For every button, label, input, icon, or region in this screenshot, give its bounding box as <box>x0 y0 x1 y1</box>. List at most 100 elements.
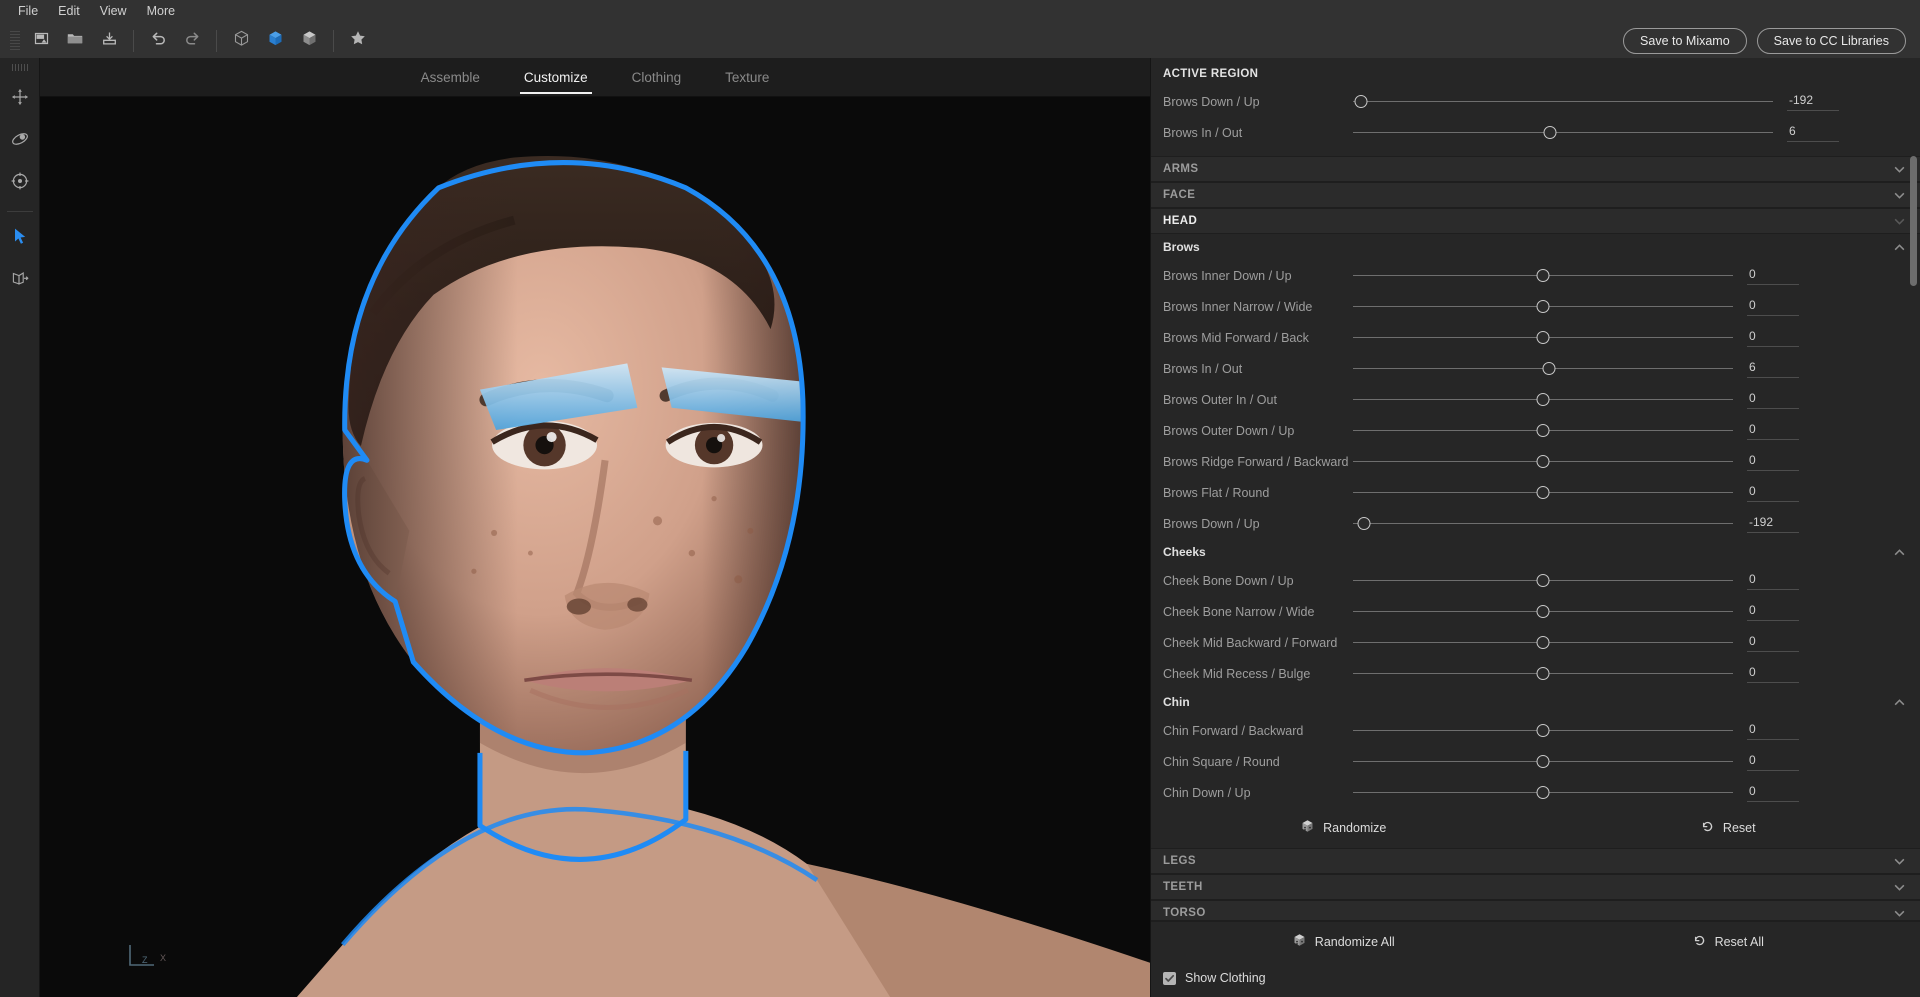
panel-scrollbar-thumb[interactable] <box>1910 156 1917 286</box>
randomize-head-button[interactable]: Randomize <box>1151 808 1536 848</box>
slider-knob[interactable] <box>1542 362 1555 375</box>
subgroup-header-cheeks[interactable]: Cheeks <box>1151 539 1920 565</box>
tab-customize[interactable]: Customize <box>502 61 610 94</box>
group-header-torso[interactable]: TORSO <box>1151 900 1920 920</box>
reset-all-button[interactable]: Reset All <box>1536 922 1920 961</box>
slider-value[interactable]: 0 <box>1747 483 1799 502</box>
slider-value[interactable]: 0 <box>1747 421 1799 440</box>
slider-track-container[interactable] <box>1353 421 1733 441</box>
slider-track-container[interactable] <box>1353 92 1773 112</box>
group-header-legs[interactable]: LEGS <box>1151 848 1920 874</box>
slider-knob[interactable] <box>1537 724 1550 737</box>
slider-row-cheek-bone-down-up[interactable]: Cheek Bone Down / Up 0 <box>1151 565 1920 596</box>
slider-knob[interactable] <box>1537 786 1550 799</box>
favorite-button[interactable] <box>341 26 375 56</box>
slider-value[interactable]: 0 <box>1747 452 1799 471</box>
slider-track-container[interactable] <box>1353 752 1733 772</box>
slider-track-container[interactable] <box>1353 266 1733 286</box>
slider-track-container[interactable] <box>1353 633 1733 653</box>
rail-drag-grip[interactable] <box>12 64 28 71</box>
group-header-teeth[interactable]: TEETH <box>1151 874 1920 900</box>
slider-knob[interactable] <box>1537 486 1550 499</box>
menu-item-file[interactable]: File <box>8 0 48 23</box>
viewport-3d[interactable]: Z X <box>40 97 1150 997</box>
toolbar-drag-grip[interactable] <box>10 31 20 51</box>
slider-value[interactable]: 0 <box>1747 297 1799 316</box>
slider-row-brows-inner-narrow-wide[interactable]: Brows Inner Narrow / Wide 0 <box>1151 291 1920 322</box>
slider-row-chin-square-round[interactable]: Chin Square / Round 0 <box>1151 746 1920 777</box>
focus-tool-button[interactable] <box>4 167 36 199</box>
slider-row-cheek-mid-backward-forward[interactable]: Cheek Mid Backward / Forward 0 <box>1151 627 1920 658</box>
menu-item-view[interactable]: View <box>90 0 137 23</box>
menu-item-edit[interactable]: Edit <box>48 0 90 23</box>
reset-head-button[interactable]: Reset <box>1536 808 1920 848</box>
slider-track-container[interactable] <box>1353 297 1733 317</box>
save-to-cc-libraries-button[interactable]: Save to CC Libraries <box>1757 28 1906 54</box>
undo-button[interactable] <box>141 26 175 56</box>
slider-value[interactable]: 0 <box>1747 752 1799 771</box>
slider-row-brows-outer-in-out[interactable]: Brows Outer In / Out 0 <box>1151 384 1920 415</box>
slider-row-brows-inner-down-up[interactable]: Brows Inner Down / Up 0 <box>1151 260 1920 291</box>
slider-track-container[interactable] <box>1353 664 1733 684</box>
slider-knob[interactable] <box>1537 667 1550 680</box>
subgroup-header-brows[interactable]: Brows <box>1151 234 1920 260</box>
slider-row-active-brows-down-up[interactable]: Brows Down / Up -192 <box>1151 86 1920 117</box>
slider-track-container[interactable] <box>1353 602 1733 622</box>
tab-texture[interactable]: Texture <box>703 61 791 94</box>
slider-knob[interactable] <box>1537 269 1550 282</box>
slider-row-cheek-mid-recess-bulge[interactable]: Cheek Mid Recess / Bulge 0 <box>1151 658 1920 689</box>
slider-value[interactable]: 0 <box>1747 633 1799 652</box>
show-clothing-checkbox[interactable] <box>1163 972 1176 985</box>
pan-tool-button[interactable] <box>4 83 36 115</box>
slider-track-container[interactable] <box>1353 483 1733 503</box>
slider-value[interactable]: 0 <box>1747 602 1799 621</box>
open-folder-button[interactable] <box>58 26 92 56</box>
group-header-head[interactable]: HEAD <box>1151 208 1920 234</box>
save-to-mixamo-button[interactable]: Save to Mixamo <box>1623 28 1747 54</box>
redo-button[interactable] <box>175 26 209 56</box>
slider-row-cheek-bone-narrow-wide[interactable]: Cheek Bone Narrow / Wide 0 <box>1151 596 1920 627</box>
slider-track-container[interactable] <box>1353 452 1733 472</box>
slider-value[interactable]: -192 <box>1747 514 1799 533</box>
orbit-tool-button[interactable] <box>4 125 36 157</box>
slider-knob[interactable] <box>1537 755 1550 768</box>
slider-value[interactable]: 0 <box>1747 266 1799 285</box>
group-header-arms[interactable]: ARMS <box>1151 156 1920 182</box>
slider-value[interactable]: -192 <box>1787 92 1839 111</box>
camera-tool-button[interactable] <box>4 264 36 296</box>
tab-clothing[interactable]: Clothing <box>610 61 704 94</box>
slider-row-chin-forward-backward[interactable]: Chin Forward / Backward 0 <box>1151 715 1920 746</box>
slider-knob[interactable] <box>1537 636 1550 649</box>
slider-knob[interactable] <box>1358 517 1371 530</box>
show-clothing-row[interactable]: Show Clothing <box>1151 961 1920 997</box>
select-tool-button[interactable] <box>4 222 36 254</box>
slider-row-brows-down-up[interactable]: Brows Down / Up -192 <box>1151 508 1920 539</box>
slider-track-container[interactable] <box>1353 328 1733 348</box>
new-character-button[interactable] <box>24 26 58 56</box>
slider-knob[interactable] <box>1355 95 1368 108</box>
character-model[interactable] <box>40 97 1150 997</box>
slider-row-brows-in-out[interactable]: Brows In / Out 6 <box>1151 353 1920 384</box>
slider-track-container[interactable] <box>1353 359 1733 379</box>
solid-view-button[interactable] <box>258 26 292 56</box>
shaded-view-button[interactable] <box>292 26 326 56</box>
slider-row-chin-down-up[interactable]: Chin Down / Up 0 <box>1151 777 1920 808</box>
slider-row-brows-flat-round[interactable]: Brows Flat / Round 0 <box>1151 477 1920 508</box>
slider-track-container[interactable] <box>1353 514 1733 534</box>
slider-knob[interactable] <box>1537 424 1550 437</box>
slider-track-container[interactable] <box>1353 123 1773 143</box>
slider-value[interactable]: 0 <box>1747 783 1799 802</box>
slider-row-brows-mid-forward-back[interactable]: Brows Mid Forward / Back 0 <box>1151 322 1920 353</box>
slider-track-container[interactable] <box>1353 571 1733 591</box>
import-button[interactable] <box>92 26 126 56</box>
slider-knob[interactable] <box>1537 300 1550 313</box>
slider-track-container[interactable] <box>1353 390 1733 410</box>
slider-knob[interactable] <box>1537 455 1550 468</box>
panel-scroll-area[interactable]: ACTIVE REGION Brows Down / Up -192 Brows… <box>1151 58 1920 920</box>
slider-track-container[interactable] <box>1353 783 1733 803</box>
slider-knob[interactable] <box>1537 605 1550 618</box>
menu-item-more[interactable]: More <box>137 0 185 23</box>
tab-assemble[interactable]: Assemble <box>399 61 502 94</box>
slider-knob[interactable] <box>1537 574 1550 587</box>
slider-row-brows-outer-down-up[interactable]: Brows Outer Down / Up 0 <box>1151 415 1920 446</box>
